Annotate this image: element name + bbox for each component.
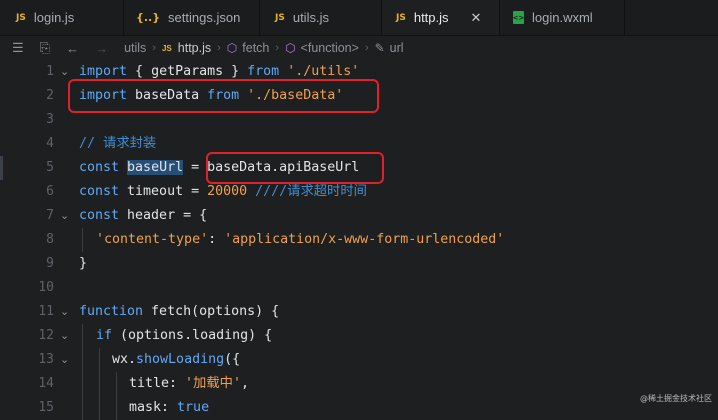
- keyword: const: [79, 184, 120, 199]
- code-text: ({: [224, 352, 241, 367]
- breadcrumb-function[interactable]: <function>: [301, 41, 359, 55]
- string-literal: '加载中': [185, 376, 241, 391]
- chevron-right-icon: ›: [152, 42, 156, 54]
- fold-chevron-icon[interactable]: ⌄: [60, 324, 69, 348]
- line-number: 2: [46, 88, 54, 103]
- tab-http-js[interactable]: JS http.js ✕: [382, 0, 500, 35]
- highlight-box-import: [68, 79, 379, 113]
- keyword: import: [79, 64, 128, 79]
- code-line: 14 title: '加载中',: [0, 372, 718, 396]
- code-text: fetch(options) {: [143, 304, 280, 319]
- code-line: 7 ⌄ const header = {: [0, 204, 718, 228]
- line-number: 8: [46, 232, 54, 247]
- keyword: if: [96, 328, 113, 343]
- highlight-box-baseurl: [206, 152, 384, 184]
- breadcrumb-file[interactable]: http.js: [178, 41, 211, 55]
- code-text: timeout =: [119, 184, 208, 199]
- tab-utils-js[interactable]: JS utils.js: [260, 0, 382, 35]
- forward-arrow-icon[interactable]: →: [95, 41, 108, 56]
- method-name: showLoading: [136, 352, 225, 367]
- cube-icon: ⬡: [226, 41, 238, 55]
- highlighted-variable: baseUrl: [127, 160, 184, 175]
- keyword: function: [79, 304, 144, 319]
- line-number: 11: [38, 304, 54, 319]
- tab-label: login.wxml: [532, 10, 593, 25]
- string-literal: 'application/x-www-form-urlencoded': [224, 232, 505, 247]
- comment: ////请求超时时间: [247, 184, 367, 199]
- line-number: 5: [46, 160, 54, 175]
- keyword: from: [247, 64, 280, 79]
- code-text: }: [79, 256, 88, 271]
- fold-chevron-icon[interactable]: ⌄: [60, 204, 69, 228]
- code-text: header = {: [119, 208, 208, 223]
- keyword: const: [79, 160, 120, 175]
- js-file-icon: JS: [16, 12, 26, 23]
- breadcrumb: ☰ ⎘ ← → utils › JS http.js › ⬡ fetch › ⬡…: [0, 36, 718, 60]
- wxml-file-icon: <>: [513, 11, 524, 24]
- code-line: 13 ⌄ wx.showLoading({: [0, 348, 718, 372]
- breadcrumb-fetch[interactable]: fetch: [242, 41, 269, 55]
- chevron-right-icon: ›: [364, 42, 369, 54]
- cube-icon: ⬡: [285, 41, 296, 55]
- code-line: 10: [0, 276, 718, 300]
- code-text: title: [129, 376, 170, 391]
- line-number: 10: [38, 280, 54, 295]
- number-literal: 20000: [207, 184, 248, 199]
- tab-login-js[interactable]: JS login.js: [0, 0, 124, 35]
- line-number: 3: [46, 112, 54, 127]
- code-text: ,: [240, 376, 249, 391]
- code-line: 9 }: [0, 252, 718, 276]
- code-line: 12 ⌄ if (options.loading) {: [0, 324, 718, 348]
- tab-label: http.js: [413, 10, 449, 25]
- js-file-icon: JS: [275, 12, 285, 23]
- tab-label: login.js: [33, 10, 75, 25]
- line-number: 7: [46, 208, 54, 223]
- fold-chevron-icon[interactable]: ⌄: [60, 60, 69, 84]
- wrench-icon: ✎: [374, 41, 385, 55]
- line-number: 9: [46, 256, 54, 271]
- line-number: 1: [46, 64, 54, 79]
- js-file-icon: JS: [396, 12, 406, 23]
- close-icon[interactable]: ✕: [471, 10, 482, 26]
- code-text: wx.: [112, 352, 137, 367]
- chevron-right-icon: ›: [217, 42, 221, 54]
- breadcrumb-current[interactable]: url: [390, 41, 404, 55]
- code-text: :: [208, 232, 225, 247]
- code-line: 11 ⌄ function fetch(options) {: [0, 300, 718, 324]
- code-text: { getParams }: [127, 64, 248, 79]
- tab-label: utils.js: [292, 10, 329, 25]
- code-editor[interactable]: 1 ⌄ import { getParams } from './utils' …: [0, 60, 718, 420]
- back-arrow-icon[interactable]: ←: [66, 41, 79, 56]
- string-literal: './utils': [287, 64, 360, 79]
- js-file-icon: JS: [161, 43, 172, 53]
- code-text: (options.loading) {: [112, 328, 273, 343]
- line-number: 12: [38, 328, 54, 343]
- keyword: const: [79, 208, 120, 223]
- line-number: 6: [46, 184, 54, 199]
- tab-label: settings.json: [168, 10, 241, 25]
- code-text: =: [183, 160, 208, 175]
- breadcrumb-folder[interactable]: utils: [124, 41, 146, 55]
- list-icon[interactable]: ☰: [12, 40, 24, 56]
- tab-login-wxml[interactable]: <> login.wxml: [500, 0, 625, 35]
- line-number: 14: [38, 376, 54, 391]
- json-file-icon: {..}: [136, 11, 161, 24]
- fold-chevron-icon[interactable]: ⌄: [60, 300, 69, 324]
- watermark: @稀土掘金技术社区: [640, 394, 712, 403]
- editor-tab-bar: JS login.js {..} settings.json JS utils.…: [0, 0, 718, 36]
- line-number: 4: [46, 136, 54, 151]
- code-text: :: [169, 376, 186, 391]
- line-number: 15: [38, 400, 54, 415]
- code-line: 15 mask: true: [0, 396, 718, 420]
- bookmark-icon[interactable]: ⎘: [40, 40, 50, 56]
- chevron-right-icon: ›: [275, 42, 280, 54]
- line-number: 13: [38, 352, 54, 367]
- fold-chevron-icon[interactable]: ⌄: [60, 348, 69, 372]
- string-literal: 'content-type': [96, 232, 209, 247]
- comment: // 请求封装: [79, 136, 157, 151]
- tab-settings-json[interactable]: {..} settings.json: [124, 0, 260, 35]
- code-line: 8 'content-type': 'application/x-www-for…: [0, 228, 718, 252]
